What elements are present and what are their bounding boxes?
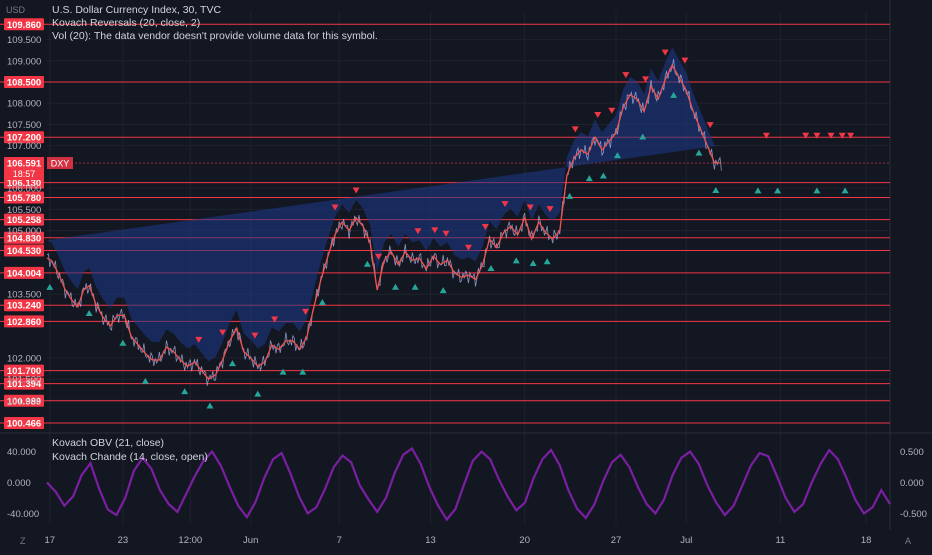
level-label: 109.860 [7,20,41,31]
x-tick-label: Jul [680,535,692,546]
level-label: 102.860 [7,317,41,328]
y-tick-label: 109.000 [7,56,41,67]
chart-root: 109.860 108.500 107.200 106.130 105.780 105.2… [0,0,932,550]
y-tick-label: 101.500 [7,375,41,386]
auto-scale-icon[interactable]: A [905,536,911,546]
level-label: 104.004 [7,268,42,279]
oscillator-label-2[interactable]: Kovach Chande (14, close, open) [52,451,208,463]
x-tick-label: Jun [243,535,258,546]
y-tick-label: 101.000 [7,396,41,407]
x-tick-label: 18 [861,535,872,546]
osc-right-tick: 0.000 [900,478,924,489]
chart-svg[interactable]: 109.860108.500107.200106.130105.780105.2… [0,0,932,550]
y-tick-label: 103.500 [7,290,41,301]
x-tick-label: 7 [337,535,342,546]
chart-title[interactable]: U.S. Dollar Currency Index, 30, TVC [52,4,221,16]
y-tick-label: 102.000 [7,353,41,364]
indicator-1-label[interactable]: Kovach Reversals (20, close, 2) [52,17,200,29]
x-tick-label: 27 [611,535,622,546]
level-label: 100.466 [7,418,41,429]
symbol-tag: DXY [51,159,70,169]
y-tick-label: 107.000 [7,141,41,152]
osc-left-tick: 0.000 [7,478,31,489]
x-tick-label: 11 [775,535,785,546]
indicator-2-label[interactable]: Vol (20): The data vendor doesn't provid… [52,30,378,42]
y-tick-label: 105.000 [7,226,41,237]
oscillator-label-1[interactable]: Kovach OBV (21, close) [52,437,164,449]
y-tick-label: 107.500 [7,120,41,131]
level-label: 103.240 [7,301,41,312]
current-price-countdown: 18:57 [13,169,36,179]
y-tick-label: 105.500 [7,205,41,216]
y-tick-label: 106.000 [7,184,41,195]
osc-right-tick: 0.500 [900,447,924,458]
level-label: 108.500 [7,78,41,89]
y-tick-label: 108.000 [7,99,41,110]
level-label: 105.258 [7,215,41,226]
x-tick-label: 20 [519,535,530,546]
x-tick-label: 23 [118,535,129,546]
currency-label: USD [6,5,26,15]
current-price-value: 106.591 [7,159,42,170]
osc-left-tick: -40.000 [7,509,39,520]
osc-right-tick: -0.500 [900,509,927,520]
x-tick-label: 13 [425,535,436,546]
x-tick-label: 17 [45,535,56,546]
timezone-icon[interactable]: Z [20,536,26,546]
level-label: 104.530 [7,246,41,257]
osc-left-tick: 40.000 [7,447,36,458]
x-tick-label: 12:00 [178,535,202,546]
y-tick-label: 109.500 [7,35,41,46]
